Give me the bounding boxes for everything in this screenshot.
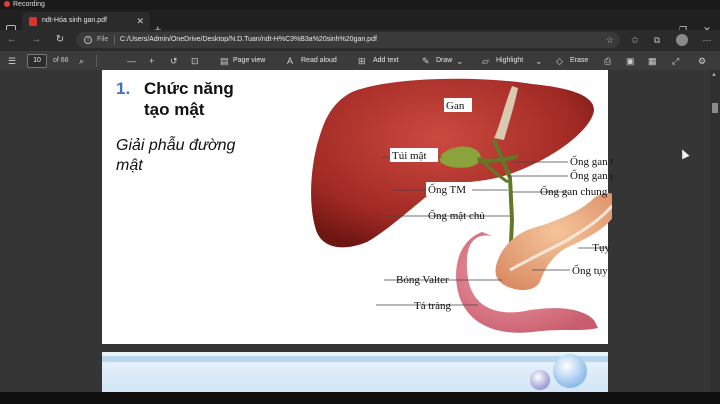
label-gan: Gan (446, 100, 465, 112)
save-as-icon[interactable]: ▦ (648, 51, 657, 71)
favorite-star-icon[interactable]: ☆ (606, 32, 614, 48)
highlight-dropdown-icon[interactable]: ⌄ (535, 51, 543, 71)
label-ong-tm: Ống TM (428, 183, 466, 196)
liver-biliary-diagram: Gan Túi mật Ống TM Ống mật chủ Bóng Valt… (311, 78, 612, 333)
recording-label: Recording (13, 1, 45, 8)
section-title: Chức năng tạo mật (144, 79, 234, 119)
close-tab-icon[interactable]: ✕ (136, 12, 144, 30)
scrollbar-thumb[interactable] (712, 103, 718, 113)
read-aloud-icon: A (287, 56, 294, 66)
zoom-in-icon[interactable]: + (149, 51, 154, 71)
pdf-settings-icon[interactable]: ⚙ (698, 51, 706, 71)
erase-button[interactable]: Erase (570, 51, 588, 71)
draw-icon: ✎ (422, 56, 430, 66)
page-total: of 66 (53, 57, 69, 64)
recording-indicator: Recording (0, 0, 720, 10)
save-icon[interactable]: ▣ (626, 51, 635, 71)
toolbar-divider (96, 55, 97, 67)
page-view-icon: ▤ (220, 56, 229, 66)
tab-pdf[interactable]: ndt-Hóa sinh gan.pdf ✕ (22, 12, 150, 30)
zoom-out-icon[interactable]: — (127, 51, 136, 71)
read-aloud-button[interactable]: Read aloud (301, 51, 337, 71)
contents-icon[interactable]: ☰ (8, 51, 16, 71)
collections-icon[interactable]: ⧉ (648, 30, 666, 50)
scroll-up-icon[interactable]: ▲ (711, 72, 717, 78)
vertical-scrollbar[interactable]: ▲ (710, 70, 720, 392)
forward-icon[interactable]: → (26, 30, 46, 50)
pdf-file-icon (29, 17, 37, 26)
url-text: C:/Users/Admin/OneDrive/Desktop/N.D.Tuan… (120, 36, 377, 43)
info-icon[interactable]: i (84, 36, 92, 44)
fit-page-icon[interactable]: ⊡ (191, 51, 199, 71)
add-text-button[interactable]: Add text (373, 51, 399, 71)
pdf-toolbar: ☰ 10 of 66 ⌕ — + ↺ ⊡ ▤ Page view A Read … (0, 50, 720, 70)
url-divider (114, 35, 115, 45)
label-bong-valter: Bóng Valter (396, 274, 449, 286)
label-ong-tuy: Ống tụy (572, 264, 608, 277)
more-menu-icon[interactable]: ⋯ (698, 30, 716, 50)
label-ong-mat-chu: Ống mật chủ (428, 209, 485, 222)
tab-title: ndt-Hóa sinh gan.pdf (42, 17, 107, 24)
label-tuy: Tụy (592, 242, 610, 254)
slide-subtitle: Giải phẫu đường mật (116, 137, 236, 174)
draw-button[interactable]: Draw (436, 51, 452, 71)
highlight-icon: ▱ (482, 56, 489, 66)
url-scheme: File (97, 36, 109, 43)
search-icon[interactable]: ⌕ (79, 51, 84, 71)
record-dot-icon (4, 1, 10, 7)
tab-strip: ndt-Hóa sinh gan.pdf ✕ + — ❐ ✕ (0, 10, 720, 37)
print-icon[interactable]: ⎙ (604, 51, 611, 71)
fullscreen-icon[interactable]: ⤢ (672, 51, 679, 71)
decorative-bubble-large (553, 354, 587, 388)
add-text-icon: ⊞ (358, 56, 366, 66)
pdf-viewer[interactable]: 1. Chức năng tạo mật Giải phẫu đường mật (0, 70, 720, 392)
label-ta-trang: Tá tràng (414, 300, 451, 312)
page-view-button[interactable]: Page view (233, 51, 265, 71)
address-bar: ← → ↻ i File C:/Users/Admin/OneDrive/Des… (0, 30, 720, 50)
favorites-icon[interactable]: ✩ (626, 30, 644, 50)
bottom-bar (0, 392, 720, 404)
erase-icon: ◇ (556, 56, 563, 66)
pdf-page: 1. Chức năng tạo mật Giải phẫu đường mật (102, 70, 612, 344)
refresh-icon[interactable]: ↻ (50, 30, 70, 50)
back-icon[interactable]: ← (2, 30, 22, 50)
decorative-bubble-small (530, 370, 550, 390)
label-tui-mat: Túi mật (392, 150, 427, 162)
page-number-input[interactable]: 10 (27, 54, 47, 68)
label-ong-gan-trai: Ống gan trái (570, 155, 612, 168)
label-ong-gan-phai: Ống gan phải (570, 169, 612, 182)
rotate-icon[interactable]: ↺ (170, 51, 178, 71)
label-ong-gan-chung: Ống gan chung (540, 185, 608, 198)
decorative-band (102, 356, 608, 362)
url-field[interactable]: i File C:/Users/Admin/OneDrive/Desktop/N… (76, 32, 620, 48)
draw-dropdown-icon[interactable]: ⌄ (456, 51, 464, 71)
section-number: 1. (116, 79, 131, 98)
highlight-button[interactable]: Highlight (496, 51, 523, 71)
profile-avatar[interactable] (676, 34, 688, 46)
next-pdf-page (102, 352, 608, 392)
